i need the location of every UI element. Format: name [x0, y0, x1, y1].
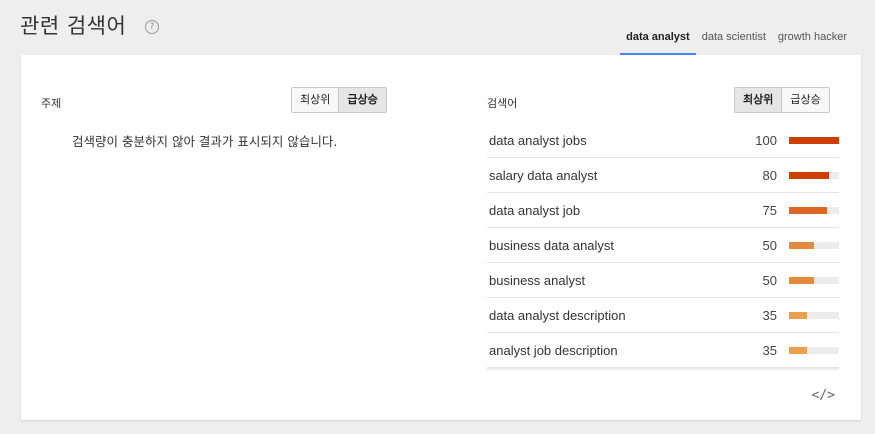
- list-item[interactable]: business analyst 50: [487, 263, 839, 298]
- queries-top-button[interactable]: 최상위: [735, 88, 782, 112]
- interest-bar-fill: [789, 136, 839, 144]
- query-term[interactable]: analyst job description: [487, 343, 747, 358]
- tab-data-analyst[interactable]: data analyst: [620, 25, 696, 55]
- topics-toggle: 최상위 급상승: [291, 87, 387, 113]
- interest-bar: [789, 206, 839, 214]
- list-item[interactable]: salary data analyst 80: [487, 158, 839, 193]
- query-value: 75: [762, 202, 777, 218]
- interest-bar: [789, 311, 839, 319]
- list-divider: [487, 368, 839, 371]
- interest-bar-fill: [789, 241, 814, 249]
- queries-toggle: 최상위 급상승: [734, 87, 830, 113]
- query-value: 50: [762, 237, 777, 253]
- term-tabs: data analyst data scientist growth hacke…: [620, 25, 853, 55]
- query-term[interactable]: data analyst description: [487, 308, 747, 323]
- interest-bar: [789, 241, 839, 249]
- query-term[interactable]: business data analyst: [487, 238, 747, 253]
- related-searches-card: 주제 최상위 급상승 검색량이 충분하지 않아 결과가 표시되지 않습니다. 검…: [21, 55, 861, 420]
- topics-top-button[interactable]: 최상위: [292, 88, 339, 112]
- interest-bar: [789, 136, 839, 144]
- query-term[interactable]: business analyst: [487, 273, 747, 288]
- interest-bar: [789, 276, 839, 284]
- topics-empty-message: 검색량이 충분하지 않아 결과가 표시되지 않습니다.: [72, 134, 338, 149]
- list-item[interactable]: data analyst jobs 100: [487, 123, 839, 158]
- query-term[interactable]: salary data analyst: [487, 168, 747, 183]
- query-value: 50: [762, 272, 777, 288]
- queries-list: data analyst jobs 100 salary data analyst 8…: [487, 123, 839, 368]
- tab-data-scientist[interactable]: data scientist: [696, 25, 772, 55]
- query-term[interactable]: data analyst jobs: [487, 133, 747, 148]
- topics-label: 주제: [41, 97, 62, 110]
- queries-rising-button[interactable]: 급상승: [781, 88, 829, 112]
- interest-bar-fill: [789, 311, 807, 319]
- topics-rising-button[interactable]: 급상승: [338, 88, 386, 112]
- queries-label: 검색어: [487, 97, 518, 110]
- query-value: 35: [762, 342, 777, 358]
- list-item[interactable]: data analyst job 75: [487, 193, 839, 228]
- help-icon[interactable]: ?: [145, 20, 159, 34]
- query-value: 100: [755, 132, 777, 148]
- query-term[interactable]: data analyst job: [487, 203, 747, 218]
- interest-bar-fill: [789, 171, 829, 179]
- interest-bar: [789, 346, 839, 354]
- interest-bar-fill: [789, 346, 807, 354]
- tab-growth-hacker[interactable]: growth hacker: [772, 25, 853, 55]
- list-item[interactable]: data analyst description 35: [487, 298, 839, 333]
- interest-bar-fill: [789, 206, 827, 214]
- interest-bar-fill: [789, 276, 814, 284]
- page-title: 관련 검색어: [20, 14, 127, 38]
- list-item[interactable]: business data analyst 50: [487, 228, 839, 263]
- embed-code-icon[interactable]: </>: [812, 388, 835, 403]
- list-item[interactable]: analyst job description 35: [487, 333, 839, 368]
- interest-bar: [789, 171, 839, 179]
- query-value: 80: [762, 167, 777, 183]
- query-value: 35: [762, 307, 777, 323]
